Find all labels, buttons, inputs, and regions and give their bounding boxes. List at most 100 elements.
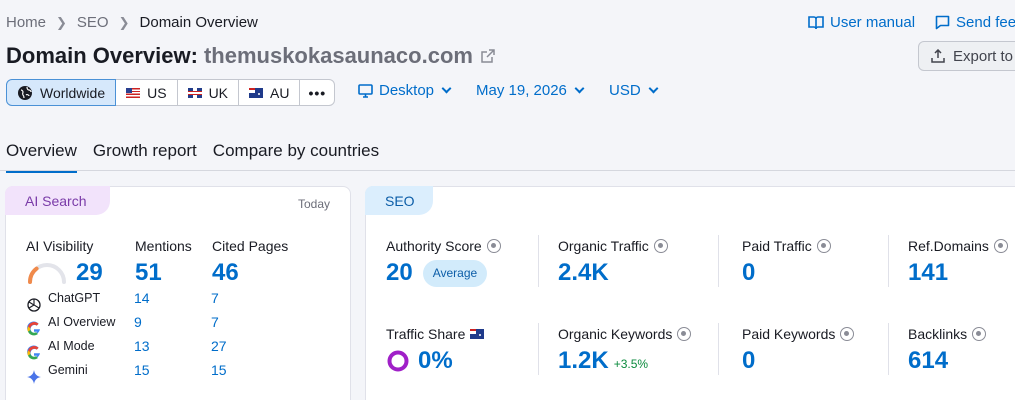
platform-name: AI Overview [48, 315, 116, 329]
device-dropdown[interactable]: Desktop [358, 82, 452, 99]
info-icon[interactable] [486, 239, 501, 253]
backlinks-value[interactable]: 614 [908, 347, 948, 375]
ref-domains-value[interactable]: 141 [908, 259, 948, 287]
feedback-icon [935, 15, 950, 30]
region-us-button[interactable]: US [115, 79, 178, 106]
ref-domains-label-text: Ref.Domains [908, 238, 989, 254]
book-icon [808, 15, 824, 29]
chevron-down-icon [441, 83, 452, 94]
backlinks-label-text: Backlinks [908, 326, 968, 342]
platform-name: Gemini [48, 363, 88, 377]
breadcrumb-seo[interactable]: SEO [77, 14, 109, 31]
divider [888, 323, 889, 375]
paid-traffic-label-text: Paid Traffic [742, 238, 812, 254]
currency-dropdown[interactable]: USD [609, 82, 659, 99]
info-icon[interactable] [653, 239, 668, 253]
mentions-value[interactable]: 51 [135, 259, 162, 287]
traffic-share-ring [387, 350, 409, 372]
info-icon[interactable] [840, 327, 855, 341]
info-icon[interactable] [972, 327, 987, 341]
info-icon[interactable] [816, 239, 831, 253]
organic-keywords-value: 1.2K [558, 347, 609, 374]
cited-pages-label: Cited Pages [212, 238, 289, 254]
platform-cited[interactable]: 7 [211, 290, 219, 306]
ai-visibility-value: 29 [76, 259, 103, 286]
region-worldwide-button[interactable]: Worldwide [6, 79, 117, 106]
send-feedback-link[interactable]: Send feed [935, 14, 1015, 31]
external-link-icon[interactable] [481, 49, 495, 63]
ai-visibility-metric[interactable]: 29 [26, 259, 103, 287]
platform-mentions[interactable]: 9 [134, 314, 142, 330]
info-icon[interactable] [993, 239, 1008, 253]
flag-us-icon [126, 87, 141, 98]
platform-cited[interactable]: 15 [211, 362, 227, 378]
ref-domains-label: Ref.Domains [908, 238, 1008, 254]
platform-name: AI Mode [48, 339, 95, 353]
cited-pages-value[interactable]: 46 [212, 259, 239, 287]
info-icon[interactable] [677, 327, 692, 341]
paid-keywords-value[interactable]: 0 [742, 347, 755, 375]
flag-au-icon [249, 87, 264, 98]
organic-traffic-value[interactable]: 2.4K [558, 259, 609, 287]
date-dropdown[interactable]: May 19, 2026 [476, 82, 585, 99]
traffic-share-value: 0% [418, 347, 453, 374]
ai-visibility-label: AI Visibility [26, 238, 94, 254]
page-title: Domain Overview: themuskokasaunaco.com [6, 43, 495, 69]
region-au-button[interactable]: AU [238, 79, 301, 106]
authority-score-metric[interactable]: 20 Average [386, 259, 488, 287]
date-label: May 19, 2026 [476, 82, 567, 99]
chatgpt-icon [27, 298, 41, 312]
tab-overview[interactable]: Overview [6, 141, 77, 173]
organic-keywords-label-text: Organic Keywords [558, 326, 673, 342]
user-manual-link[interactable]: User manual [808, 14, 915, 31]
more-regions-button[interactable]: ••• [299, 79, 336, 106]
tab-bar: Overview Growth report Compare by countr… [6, 141, 379, 173]
organic-traffic-label-text: Organic Traffic [558, 238, 649, 254]
region-selector: Worldwide US UK AU ••• [6, 79, 336, 106]
page-title-prefix: Domain Overview: [6, 43, 198, 68]
chevron-down-icon [574, 83, 585, 94]
today-label: Today [297, 197, 330, 211]
upload-icon [931, 49, 945, 63]
chevron-right-icon: ❯ [118, 14, 130, 30]
authority-score-label: Authority Score [386, 238, 501, 254]
divider [538, 235, 539, 287]
divider [718, 323, 719, 375]
breadcrumb-home[interactable]: Home [6, 14, 46, 31]
traffic-share-metric[interactable]: 0% [386, 347, 453, 375]
platform-mentions[interactable]: 14 [134, 290, 150, 306]
breadcrumb-current: Domain Overview [139, 14, 258, 31]
tab-divider [0, 170, 1015, 171]
organic-keywords-metric[interactable]: 1.2K +3.5% [558, 347, 648, 375]
flag-uk-icon [187, 87, 202, 98]
region-worldwide-label: Worldwide [40, 84, 106, 101]
currency-label: USD [609, 82, 641, 99]
gemini-icon [27, 370, 41, 384]
paid-traffic-value[interactable]: 0 [742, 259, 755, 287]
authority-badge: Average [422, 259, 488, 287]
divider [888, 235, 889, 287]
platform-cited[interactable]: 7 [211, 314, 219, 330]
export-button[interactable]: Export to [918, 41, 1015, 71]
breadcrumb: Home ❯ SEO ❯ Domain Overview [6, 14, 258, 31]
tab-compare-by-countries[interactable]: Compare by countries [213, 141, 379, 173]
paid-traffic-label: Paid Traffic [742, 238, 831, 254]
mentions-label: Mentions [135, 238, 192, 254]
tab-growth-report[interactable]: Growth report [93, 141, 197, 173]
google-icon [27, 321, 40, 336]
platform-cited[interactable]: 27 [211, 338, 227, 354]
divider [538, 323, 539, 375]
export-label: Export to [953, 47, 1014, 65]
chevron-right-icon: ❯ [56, 14, 67, 30]
seo-card: SEO Authority Score 20 Average Organic T… [365, 186, 1015, 400]
region-uk-button[interactable]: UK [176, 79, 240, 106]
divider [718, 235, 719, 287]
desktop-icon [358, 83, 373, 98]
platform-mentions[interactable]: 13 [134, 338, 150, 354]
flag-au-icon [470, 329, 485, 339]
seo-pill: SEO [365, 186, 433, 215]
ai-search-card: AI Search Today AI Visibility 29 Mention… [5, 186, 351, 400]
traffic-share-label-text: Traffic Share [386, 326, 466, 342]
ai-visibility-gauge [28, 263, 66, 284]
platform-mentions[interactable]: 15 [134, 362, 150, 378]
